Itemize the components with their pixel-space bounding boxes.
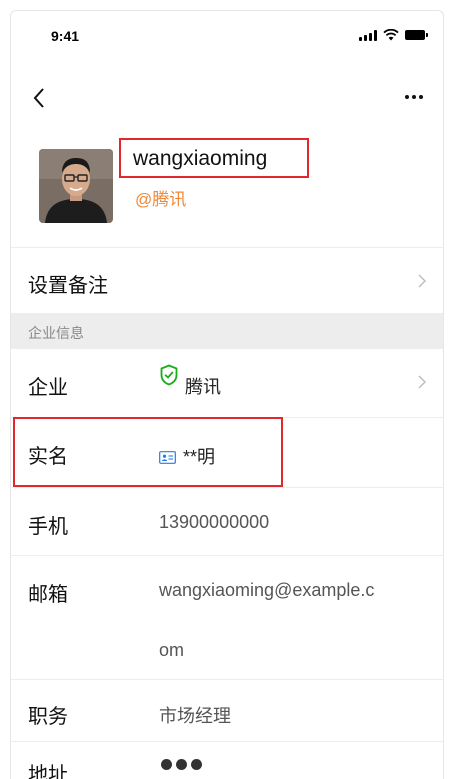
chevron-left-icon bbox=[33, 88, 44, 108]
battery-icon bbox=[405, 30, 428, 40]
name-highlight-box: wangxiaoming bbox=[119, 138, 309, 178]
address-label: 地址 bbox=[28, 764, 68, 779]
realname-highlight-box bbox=[13, 417, 283, 487]
profile-header: wangxiaoming @腾讯 bbox=[11, 123, 443, 233]
back-button[interactable] bbox=[25, 83, 55, 113]
status-time: 9:41 bbox=[51, 28, 80, 44]
avatar[interactable] bbox=[39, 149, 113, 223]
profile-name: wangxiaoming bbox=[133, 147, 268, 170]
phone-value: 13900000000 bbox=[159, 512, 270, 532]
phone-row[interactable]: 手机 13900000000 bbox=[11, 487, 443, 555]
more-horizontal-icon bbox=[405, 95, 409, 99]
phone-label: 手机 bbox=[28, 516, 68, 538]
address-row[interactable]: 地址 bbox=[11, 741, 443, 779]
signal-icon bbox=[359, 29, 377, 41]
phone-screen: 9:41 wangxiaoming @腾讯 设置备注 企业信息 企业 腾讯 实名… bbox=[10, 10, 444, 779]
company-value: 腾讯 bbox=[185, 377, 221, 397]
section-header-enterprise: 企业信息 bbox=[11, 313, 443, 349]
status-icons bbox=[359, 29, 428, 41]
title-value: 市场经理 bbox=[159, 706, 231, 726]
title-row: 职务 市场经理 bbox=[11, 679, 443, 741]
nav-bar bbox=[11, 71, 443, 121]
wifi-icon bbox=[383, 29, 399, 41]
section-title: 企业信息 bbox=[28, 325, 84, 341]
email-value-line2: om bbox=[159, 640, 185, 660]
remark-label: 设置备注 bbox=[28, 275, 108, 297]
chevron-right-icon bbox=[418, 274, 426, 288]
status-bar: 9:41 bbox=[11, 11, 443, 59]
chevron-right-icon bbox=[418, 375, 426, 389]
remark-row[interactable]: 设置备注 bbox=[11, 247, 443, 313]
address-value-masked bbox=[161, 759, 202, 770]
verified-shield-icon bbox=[160, 364, 178, 386]
email-value-line1: wangxiaoming@example.c bbox=[159, 580, 375, 600]
email-label: 邮箱 bbox=[28, 584, 68, 606]
more-button[interactable] bbox=[397, 85, 431, 109]
email-row[interactable]: 邮箱 wangxiaoming@example.c om bbox=[11, 555, 443, 679]
profile-org[interactable]: @腾讯 bbox=[135, 185, 186, 210]
company-row[interactable]: 企业 腾讯 bbox=[11, 349, 443, 417]
title-label: 职务 bbox=[28, 706, 68, 728]
company-label: 企业 bbox=[28, 377, 68, 399]
